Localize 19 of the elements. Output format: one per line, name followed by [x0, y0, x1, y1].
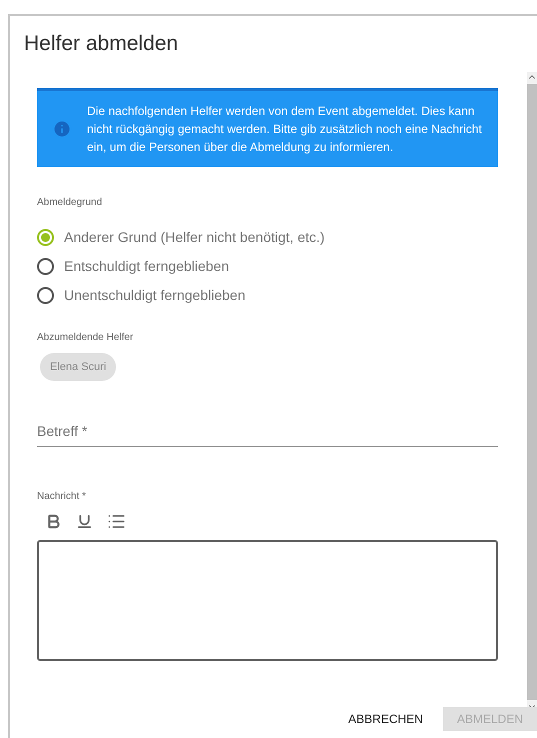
bold-button[interactable]	[45, 513, 62, 530]
subject-field[interactable]: Betreff *	[37, 421, 498, 447]
radio-label: Entschuldigt ferngeblieben	[64, 257, 230, 275]
message-label: Nachricht *	[37, 490, 87, 504]
info-icon	[52, 119, 72, 139]
alert-text: Die nachfolgenden Helfer werden von dem Event abgemeldet. Dies kann nicht rückgängig gemacht werden. Bitte gib zusätzlich noch eine Nachricht ein, um die Personen über die Abmeldung zu informieren.	[87, 103, 483, 156]
radio-button[interactable]	[37, 258, 54, 274]
reason-label: Abmeldegrund	[37, 196, 104, 210]
underline-button[interactable]	[76, 513, 93, 530]
list-button[interactable]	[107, 512, 126, 531]
dialog-button[interactable]: ABBRECHEN	[334, 707, 437, 731]
radio-label: Anderer Grund (Helfer nicht benötigt, etc.)	[64, 228, 325, 246]
helpers-label: Abzumeldende Helfer	[37, 331, 134, 345]
dialog-title: Helfer abmelden	[24, 31, 180, 57]
radio-label: Unentschuldigt ferngeblieben	[64, 286, 246, 304]
radio-button[interactable]	[37, 228, 54, 246]
helper-chip: Elena Scuri	[40, 353, 116, 381]
message-field[interactable]	[37, 540, 498, 661]
radio-button[interactable]	[37, 286, 54, 304]
